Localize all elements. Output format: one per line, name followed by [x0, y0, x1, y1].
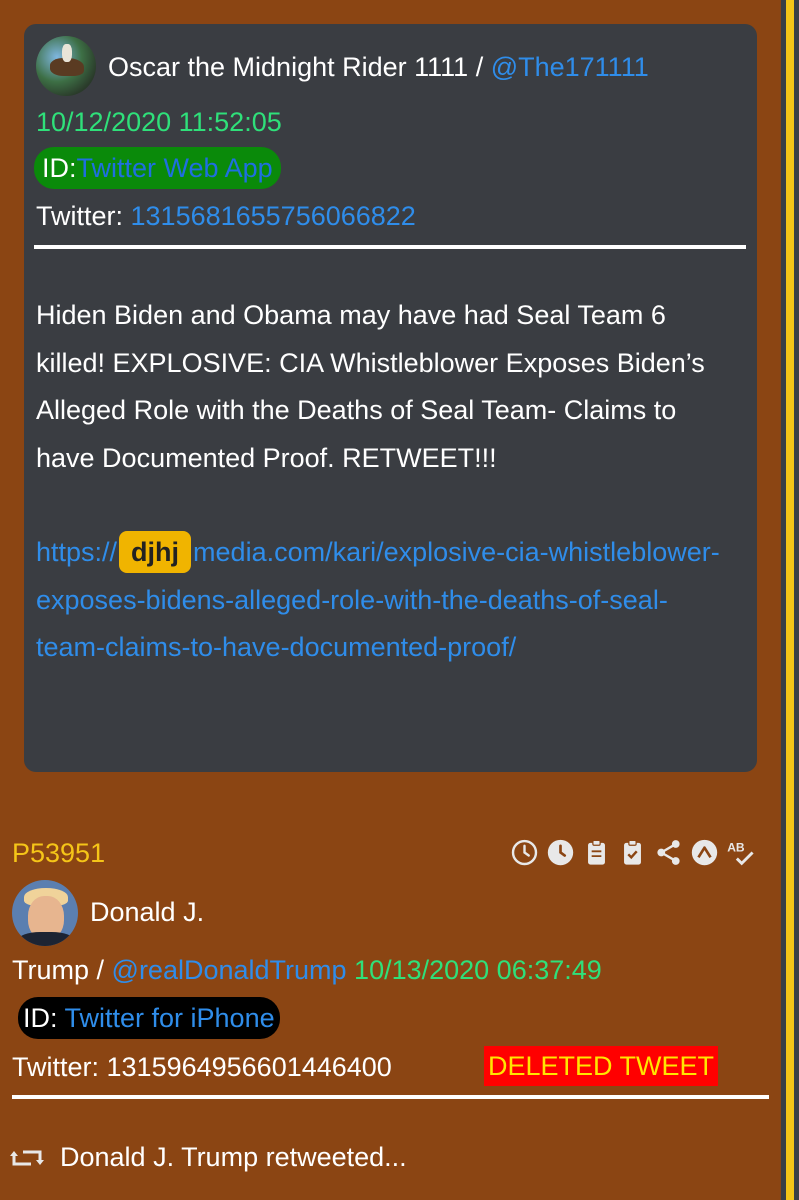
redaction-badge: djhj — [119, 531, 192, 573]
clipboard-check-icon[interactable] — [618, 838, 647, 867]
link-prefix[interactable]: https:// — [36, 537, 117, 567]
quoted-twitter-id: Twitter: 1315681655756066822 — [36, 201, 416, 232]
post-author-line2: Trump / @realDonaldTrump 10/13/2020 06:3… — [12, 955, 602, 986]
avatar — [12, 880, 78, 946]
post-author-name-line1: Donald J. — [90, 897, 205, 927]
quoted-tweet-body: Hiden Biden and Obama may have had Seal … — [36, 300, 705, 473]
quoted-author-line: Oscar the Midnight Rider 1111 / @The1711… — [108, 52, 649, 83]
post-id[interactable]: P53951 — [12, 838, 105, 869]
author-handle-link[interactable]: @The171111 — [491, 52, 649, 82]
clock-filled-icon[interactable] — [546, 838, 575, 867]
rider-shape — [62, 44, 72, 62]
client-label: ID: — [42, 153, 77, 183]
author-name: Oscar the Midnight Rider 1111 — [108, 52, 469, 82]
post-author-name-line2: Trump — [12, 955, 90, 985]
post-client-badge: ID: Twitter for iPhone — [18, 997, 280, 1039]
divider — [34, 245, 746, 249]
suit-shape — [18, 932, 74, 946]
deleted-tweet-badge: DELETED TWEET — [484, 1046, 719, 1086]
svg-text:AB: AB — [727, 840, 745, 854]
clock-outline-icon[interactable] — [510, 838, 539, 867]
right-scrollbar[interactable] — [781, 0, 799, 1200]
clipboard-icon[interactable] — [582, 838, 611, 867]
quoted-timestamp: 10/12/2020 11:52:05 — [36, 107, 282, 137]
post-twitter-id: Twitter: 1315964956601446400 — [12, 1052, 392, 1083]
client-value: Twitter Web App — [76, 153, 273, 183]
twitter-label: Twitter: — [36, 201, 131, 231]
twitter-id-link[interactable]: 1315681655756066822 — [131, 201, 416, 231]
post-timestamp: 10/13/2020 06:37:49 — [354, 955, 602, 985]
separator: / — [89, 955, 112, 985]
retweet-indicator: Donald J. Trump retweeted... — [10, 1142, 407, 1173]
divider — [12, 1095, 769, 1099]
avatar — [36, 36, 96, 96]
share-icon[interactable] — [654, 838, 683, 867]
up-arrow-circle-icon[interactable] — [690, 838, 719, 867]
client-value: Twitter for iPhone — [64, 1003, 275, 1033]
quoted-tweet-card: Oscar the Midnight Rider 1111 / @The1711… — [24, 24, 757, 772]
twitter-id[interactable]: 1315964956601446400 — [107, 1052, 392, 1082]
twitter-label: Twitter: — [12, 1052, 107, 1082]
post-author-handle-link[interactable]: @realDonaldTrump — [112, 955, 347, 985]
separator: / — [468, 52, 491, 82]
quoted-tweet-link[interactable]: https://djhj media.com/kari/explosive-cia… — [36, 529, 736, 672]
spellcheck-icon[interactable]: AB — [726, 838, 755, 867]
retweet-text: Donald J. Trump retweeted... — [60, 1142, 407, 1172]
quoted-client-badge: ID:Twitter Web App — [34, 147, 281, 189]
post-toolbar: AB — [510, 834, 755, 870]
client-label: ID: — [23, 1003, 65, 1033]
scrollbar-thumb[interactable] — [786, 0, 794, 1200]
retweet-icon — [10, 1150, 44, 1165]
